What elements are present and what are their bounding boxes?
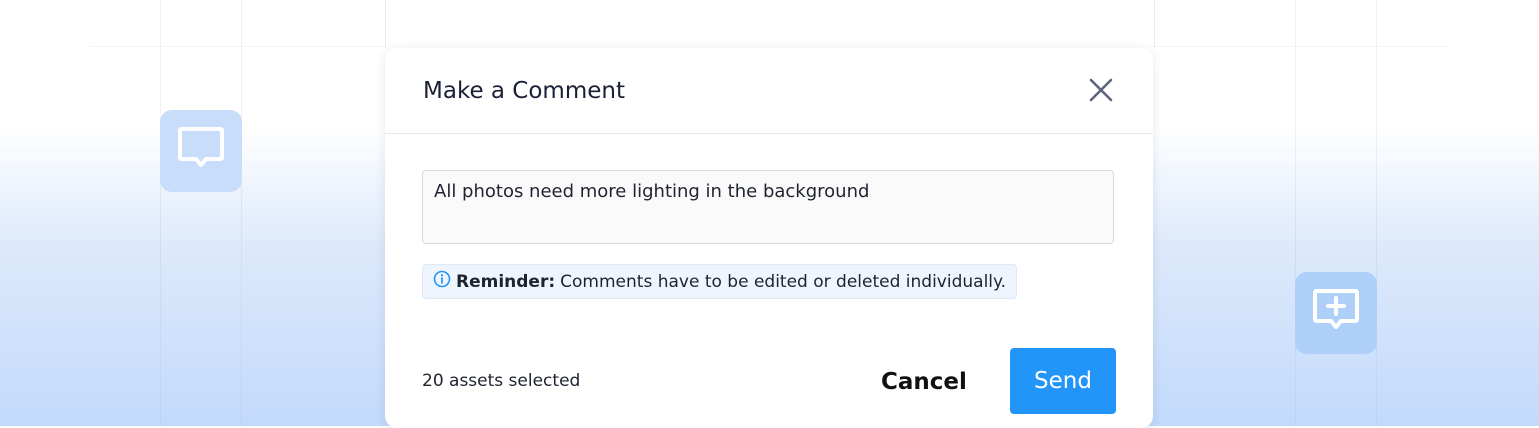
reminder-label: Reminder: <box>456 271 556 292</box>
dialog-header: Make a Comment <box>385 48 1153 134</box>
close-button[interactable] <box>1087 78 1115 106</box>
grid-line <box>241 0 242 426</box>
cancel-button[interactable]: Cancel <box>875 364 973 400</box>
reminder-text: Comments have to be edited or deleted in… <box>560 271 1007 292</box>
comment-tile <box>160 110 242 192</box>
grid-line <box>160 0 161 426</box>
info-icon <box>433 270 451 293</box>
reminder-notice: Reminder: Comments have to be edited or … <box>422 264 1018 299</box>
add-comment-icon <box>1311 287 1361 339</box>
assets-selected-count: 20 assets selected <box>422 371 581 391</box>
close-icon <box>1089 78 1113 106</box>
dialog-title: Make a Comment <box>423 78 625 104</box>
send-button[interactable]: Send <box>1010 348 1116 414</box>
comment-dialog: Make a Comment All photos need more ligh… <box>385 48 1153 428</box>
grid-line <box>1295 0 1296 426</box>
background-panel <box>385 0 1155 48</box>
comment-input[interactable]: All photos need more lighting in the bac… <box>422 170 1114 244</box>
add-comment-tile <box>1295 272 1377 354</box>
comment-icon <box>176 125 226 177</box>
grid-line <box>1376 0 1377 426</box>
